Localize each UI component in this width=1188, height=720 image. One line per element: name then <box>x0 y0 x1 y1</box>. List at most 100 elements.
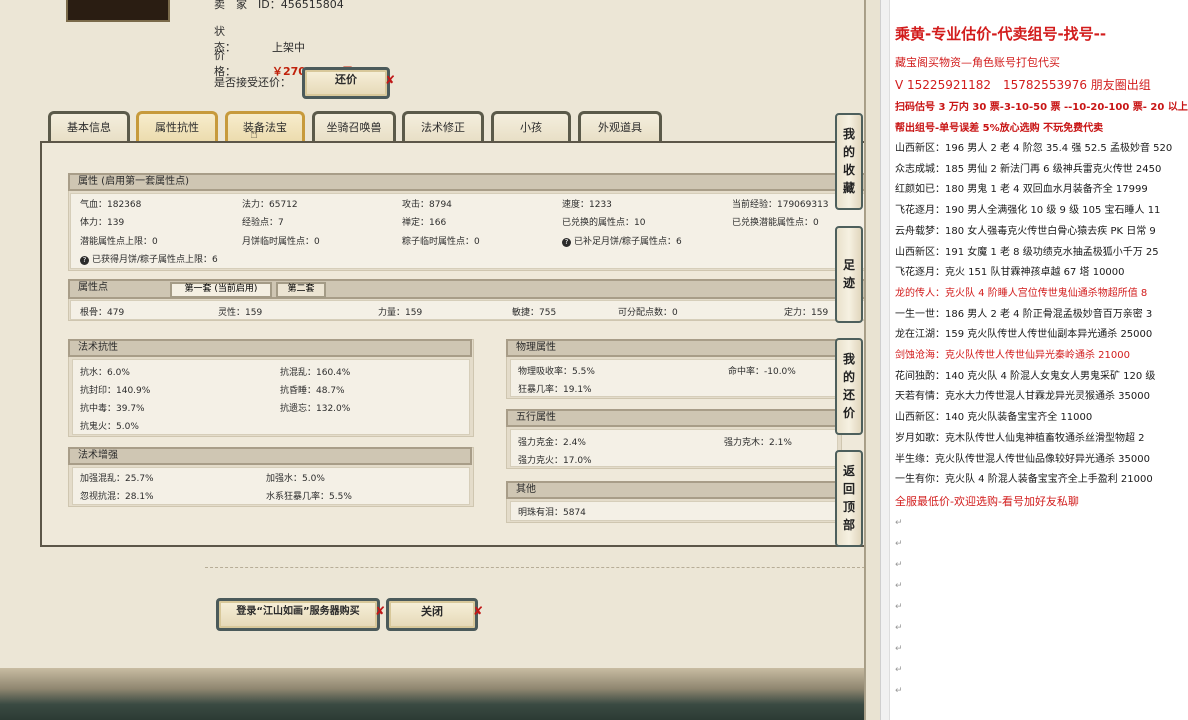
side-char: 收 <box>842 163 855 177</box>
tab-appearance[interactable]: 外观道具 <box>578 111 662 141</box>
attr-supplement-row: ? 已补足月饼/粽子属性点：6 <box>562 234 682 247</box>
bargain-close-icon[interactable]: ✘ <box>385 73 395 87</box>
listing-line: 云舟载梦：180 女人强毒克火传世白骨心猿去疾 PK 日常 9 <box>895 225 1156 237</box>
side-char: 的 <box>842 145 855 159</box>
side-char: 部 <box>842 518 855 532</box>
login-buy-button[interactable]: 登录“江山如画”服务器购买 <box>216 598 380 631</box>
attr-zongzi-temp: 粽子临时属性点：0 <box>402 237 480 247</box>
listing-line: 一生一世：186 男人 2 老 4 阶正骨混孟极妙音百万亲密 3 <box>895 308 1153 320</box>
elements-metal: 强力克金：2.4% <box>518 438 586 448</box>
resist-poison: 抗中毒：39.7% <box>80 404 145 414</box>
side-char: 的 <box>842 370 855 384</box>
my-favorites-button[interactable]: 我的收藏 <box>835 113 863 210</box>
close-button[interactable]: 关闭 <box>386 598 478 631</box>
back-to-top-button[interactable]: 返回顶部 <box>835 450 863 547</box>
paragraph-mark: ↵ <box>895 665 903 675</box>
physical-header: 物理属性 <box>506 339 840 357</box>
attributes-panel: 属性 (启用第一套属性点) 气血：182368 法力：65712 攻击：8794… <box>40 141 866 547</box>
seller-id-label: 卖 家 ID： <box>214 0 281 11</box>
attr-hp: 气血：182368 <box>80 200 142 210</box>
enhance-water: 加强水：5.0% <box>266 474 325 484</box>
paragraph-mark: ↵ <box>895 686 903 696</box>
listing-line: 半生缘：克火队传世混人传世仙品像较好异光通杀 35000 <box>895 453 1150 465</box>
tab-basic-info[interactable]: 基本信息 <box>48 111 130 141</box>
points-strength: 力量：159 <box>378 308 423 318</box>
document-pane: 乘黄-专业估价-代卖组号-找号-- 藏宝阁买物资—角色账号打包代买 V 1522… <box>880 0 1188 720</box>
bargain-button[interactable]: 还价 <box>302 67 390 99</box>
listing-line: 一生有你：克火队 4 阶混人装备宝宝齐全上手盈利 21000 <box>895 474 1153 486</box>
listing-line: 龙在江湖：159 克火队传世人传世仙副本异光通杀 25000 <box>895 329 1153 341</box>
doc-line-2: V 15225921182 15782553976 朋友圈出组 <box>895 78 1151 92</box>
enhance-chaos: 加强混乱：25.7% <box>80 474 154 484</box>
footprint-button[interactable]: 足迹 <box>835 226 863 323</box>
points-root: 根骨：479 <box>80 308 125 318</box>
attr-exp-points: 经验点：7 <box>242 218 284 228</box>
tab-equipment[interactable]: 装备法宝 <box>225 111 305 141</box>
paragraph-mark: ↵ <box>895 602 903 612</box>
side-char: 价 <box>842 406 855 420</box>
paragraph-mark: ↵ <box>895 560 903 570</box>
doc-line-1: 藏宝阁买物资—角色账号打包代买 <box>895 56 1060 69</box>
side-char: 我 <box>842 352 855 366</box>
tab-attributes[interactable]: 属性抗性 <box>136 111 218 141</box>
points-spirit: 灵性：159 <box>218 308 263 318</box>
points-subtab-first[interactable]: 第一套 (当前启用) <box>170 282 272 298</box>
attr-potential-limit: 潜能属性点上限：0 <box>80 237 158 247</box>
window-frame-right <box>864 0 866 720</box>
resist-chaos: 抗混乱：160.4% <box>280 368 351 378</box>
physical-crit: 狂暴几率：19.1% <box>518 385 592 395</box>
side-char: 顶 <box>842 500 855 514</box>
points-agility: 敏捷：755 <box>512 308 557 318</box>
paragraph-mark: ↵ <box>895 623 903 633</box>
other-pearl: 明珠有泪：5874 <box>518 508 586 518</box>
listing-line: 飞花逐月：克火 151 队甘霖神孩卓越 67 塔 10000 <box>895 267 1125 279</box>
attr-extra-row: ? 已获得月饼/粽子属性点上限：6 <box>80 252 218 265</box>
listing-line: 剑蚀沧海：克火队传世人传世仙异光秦岭通杀 21000 <box>895 350 1130 361</box>
attr-extra-limit: 已获得月饼/粽子属性点上限：6 <box>92 255 218 265</box>
physical-hit: 命中率：-10.0% <box>728 367 796 377</box>
seller-id-row: 卖 家 ID：456515804 <box>214 0 344 12</box>
close-x-icon[interactable]: ✘ <box>473 604 483 618</box>
side-char: 回 <box>842 482 855 496</box>
divider <box>205 567 865 568</box>
elements-header: 五行属性 <box>506 409 840 427</box>
elements-fire: 强力克火：17.0% <box>518 456 592 466</box>
help-icon[interactable]: ? <box>562 238 571 247</box>
doc-line-4: 帮出组号-单号误差 5%放心选购 不玩免费代卖 <box>895 123 1104 134</box>
doc-footer: 全服最低价-欢迎选购-看号加好友私聊 <box>895 495 1079 508</box>
enhance-ignore-chaos: 忽视抗混：28.1% <box>80 492 154 502</box>
tab-child[interactable]: 小孩 <box>491 111 571 141</box>
listing-line: 山西新区：196 男人 2 老 4 阶忽 35.4 强 52.5 孟极妙音 52… <box>895 143 1173 154</box>
points-body <box>70 300 866 320</box>
listing-line: 红颜如已：180 男鬼 1 老 4 双回血水月装备齐全 17999 <box>895 184 1148 196</box>
character-portrait <box>66 0 170 22</box>
doc-title: 乘黄-专业估价-代卖组号-找号-- <box>895 25 1107 43</box>
tab-mounts-pets[interactable]: 坐骑召唤兽 <box>312 111 396 141</box>
game-window: 卖 家 ID：456515804 状 态：上架中 价 格：￥2700.00 (元… <box>0 0 866 720</box>
login-close-icon[interactable]: ✘ <box>375 604 385 618</box>
resist-sleep: 抗昏睡：48.7% <box>280 386 345 396</box>
resist-header: 法术抗性 <box>68 339 472 357</box>
points-available: 可分配点数：0 <box>618 308 678 318</box>
points-willpower: 定力：159 <box>784 308 829 318</box>
side-char: 还 <box>842 388 855 402</box>
listing-line: 天若有情：克水大力传世混人甘霖龙异光灵猴通杀 35000 <box>895 391 1150 403</box>
my-bargains-button[interactable]: 我的还价 <box>835 338 863 435</box>
attribute-header: 属性 (启用第一套属性点) <box>68 173 866 191</box>
help-icon[interactable]: ? <box>80 256 89 265</box>
attr-speed: 速度：1233 <box>562 200 612 210</box>
document-ruler <box>881 0 890 720</box>
seller-id-value: 456515804 <box>280 0 344 11</box>
listing-line: 山西新区：140 克火队装备宝宝齐全 11000 <box>895 412 1093 424</box>
tab-spell-fix[interactable]: 法术修正 <box>402 111 484 141</box>
paragraph-mark: ↵ <box>895 518 903 528</box>
side-char: 迹 <box>842 276 855 290</box>
other-header: 其他 <box>506 481 840 499</box>
bargain-label: 是否接受还价： <box>214 76 291 89</box>
window-frame-bottom <box>0 668 866 720</box>
paragraph-mark: ↵ <box>895 539 903 549</box>
points-subtab-second[interactable]: 第二套 <box>276 282 326 298</box>
attr-exchanged-potential: 已兑换潜能属性点：0 <box>732 218 819 228</box>
side-char: 我 <box>842 127 855 141</box>
attr-exp: 当前经验：179069313 <box>732 200 829 210</box>
